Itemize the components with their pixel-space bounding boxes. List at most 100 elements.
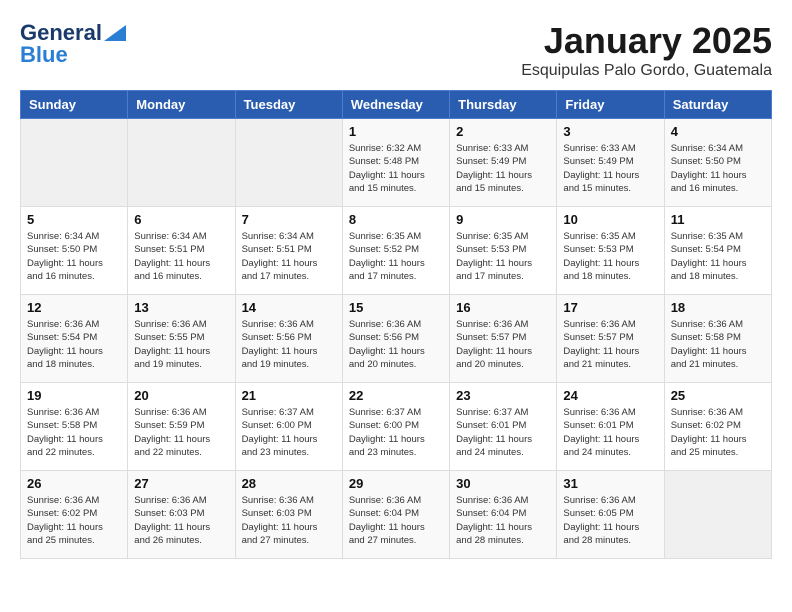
- calendar-cell: 28Sunrise: 6:36 AM Sunset: 6:03 PM Dayli…: [235, 471, 342, 559]
- day-number: 26: [27, 476, 121, 491]
- day-info: Sunrise: 6:36 AM Sunset: 5:57 PM Dayligh…: [456, 318, 550, 371]
- day-info: Sunrise: 6:36 AM Sunset: 5:58 PM Dayligh…: [27, 406, 121, 459]
- day-info: Sunrise: 6:37 AM Sunset: 6:00 PM Dayligh…: [349, 406, 443, 459]
- day-info: Sunrise: 6:33 AM Sunset: 5:49 PM Dayligh…: [563, 142, 657, 195]
- calendar-cell: 29Sunrise: 6:36 AM Sunset: 6:04 PM Dayli…: [342, 471, 449, 559]
- calendar-cell: 17 Sunrise: 6:36 AM Sunset: 5:57 PM Dayli…: [557, 295, 664, 383]
- logo-text-blue: Blue: [20, 42, 68, 68]
- day-info: Sunrise: 6:33 AM Sunset: 5:49 PM Dayligh…: [456, 142, 550, 195]
- day-number: 8: [349, 212, 443, 227]
- logo-icon: [104, 25, 126, 41]
- calendar-cell: 19 Sunrise: 6:36 AM Sunset: 5:58 PM Dayli…: [21, 383, 128, 471]
- day-number: 18: [671, 300, 765, 315]
- day-info: Sunrise: 6:36 AM Sunset: 5:59 PM Dayligh…: [134, 406, 228, 459]
- weekday-header: Thursday: [450, 91, 557, 119]
- calendar-cell: 14 Sunrise: 6:36 AM Sunset: 5:56 PM Dayli…: [235, 295, 342, 383]
- calendar-cell: 18Sunrise: 6:36 AM Sunset: 5:58 PM Dayli…: [664, 295, 771, 383]
- calendar-cell: [128, 119, 235, 207]
- calendar: SundayMondayTuesdayWednesdayThursdayFrid…: [20, 90, 772, 559]
- day-info: Sunrise: 6:36 AM Sunset: 6:02 PM Dayligh…: [671, 406, 765, 459]
- calendar-week-row: 1 Sunrise: 6:32 AM Sunset: 5:48 PM Daylig…: [21, 119, 772, 207]
- calendar-cell: 21 Sunrise: 6:37 AM Sunset: 6:00 PM Dayli…: [235, 383, 342, 471]
- calendar-cell: 15 Sunrise: 6:36 AM Sunset: 5:56 PM Dayli…: [342, 295, 449, 383]
- logo: General Blue: [20, 20, 126, 68]
- day-number: 20: [134, 388, 228, 403]
- weekday-header: Friday: [557, 91, 664, 119]
- day-number: 17: [563, 300, 657, 315]
- day-number: 22: [349, 388, 443, 403]
- day-number: 24: [563, 388, 657, 403]
- day-number: 12: [27, 300, 121, 315]
- calendar-cell: 3 Sunrise: 6:33 AM Sunset: 5:49 PM Daylig…: [557, 119, 664, 207]
- day-number: 13: [134, 300, 228, 315]
- day-info: Sunrise: 6:36 AM Sunset: 6:04 PM Dayligh…: [349, 494, 443, 547]
- calendar-cell: [664, 471, 771, 559]
- day-info: Sunrise: 6:34 AM Sunset: 5:50 PM Dayligh…: [671, 142, 765, 195]
- calendar-week-row: 19 Sunrise: 6:36 AM Sunset: 5:58 PM Dayli…: [21, 383, 772, 471]
- day-number: 4: [671, 124, 765, 139]
- day-info: Sunrise: 6:36 AM Sunset: 6:04 PM Dayligh…: [456, 494, 550, 547]
- calendar-cell: 12 Sunrise: 6:36 AM Sunset: 5:54 PM Dayli…: [21, 295, 128, 383]
- day-info: Sunrise: 6:35 AM Sunset: 5:53 PM Dayligh…: [456, 230, 550, 283]
- day-info: Sunrise: 6:36 AM Sunset: 5:55 PM Dayligh…: [134, 318, 228, 371]
- day-info: Sunrise: 6:36 AM Sunset: 6:03 PM Dayligh…: [242, 494, 336, 547]
- calendar-cell: 1 Sunrise: 6:32 AM Sunset: 5:48 PM Daylig…: [342, 119, 449, 207]
- day-number: 10: [563, 212, 657, 227]
- calendar-cell: 26 Sunrise: 6:36 AM Sunset: 6:02 PM Dayli…: [21, 471, 128, 559]
- day-number: 7: [242, 212, 336, 227]
- day-number: 21: [242, 388, 336, 403]
- day-info: Sunrise: 6:36 AM Sunset: 5:57 PM Dayligh…: [563, 318, 657, 371]
- day-info: Sunrise: 6:34 AM Sunset: 5:51 PM Dayligh…: [134, 230, 228, 283]
- day-info: Sunrise: 6:36 AM Sunset: 5:56 PM Dayligh…: [349, 318, 443, 371]
- day-info: Sunrise: 6:35 AM Sunset: 5:54 PM Dayligh…: [671, 230, 765, 283]
- day-info: Sunrise: 6:37 AM Sunset: 6:00 PM Dayligh…: [242, 406, 336, 459]
- calendar-cell: 8 Sunrise: 6:35 AM Sunset: 5:52 PM Daylig…: [342, 207, 449, 295]
- day-number: 2: [456, 124, 550, 139]
- day-number: 30: [456, 476, 550, 491]
- day-info: Sunrise: 6:34 AM Sunset: 5:51 PM Dayligh…: [242, 230, 336, 283]
- calendar-cell: 5 Sunrise: 6:34 AM Sunset: 5:50 PM Daylig…: [21, 207, 128, 295]
- day-number: 15: [349, 300, 443, 315]
- weekday-header: Saturday: [664, 91, 771, 119]
- day-info: Sunrise: 6:36 AM Sunset: 5:56 PM Dayligh…: [242, 318, 336, 371]
- calendar-cell: 24Sunrise: 6:36 AM Sunset: 6:01 PM Dayli…: [557, 383, 664, 471]
- day-number: 6: [134, 212, 228, 227]
- day-number: 5: [27, 212, 121, 227]
- day-info: Sunrise: 6:34 AM Sunset: 5:50 PM Dayligh…: [27, 230, 121, 283]
- calendar-cell: 30 Sunrise: 6:36 AM Sunset: 6:04 PM Dayli…: [450, 471, 557, 559]
- calendar-cell: 16 Sunrise: 6:36 AM Sunset: 5:57 PM Dayli…: [450, 295, 557, 383]
- calendar-cell: 7 Sunrise: 6:34 AM Sunset: 5:51 PM Daylig…: [235, 207, 342, 295]
- day-number: 27: [134, 476, 228, 491]
- calendar-cell: 25 Sunrise: 6:36 AM Sunset: 6:02 PM Dayli…: [664, 383, 771, 471]
- day-info: Sunrise: 6:36 AM Sunset: 6:03 PM Dayligh…: [134, 494, 228, 547]
- calendar-week-row: 5 Sunrise: 6:34 AM Sunset: 5:50 PM Daylig…: [21, 207, 772, 295]
- weekday-header: Wednesday: [342, 91, 449, 119]
- day-number: 25: [671, 388, 765, 403]
- day-number: 19: [27, 388, 121, 403]
- calendar-cell: 23Sunrise: 6:37 AM Sunset: 6:01 PM Dayli…: [450, 383, 557, 471]
- day-info: Sunrise: 6:36 AM Sunset: 5:54 PM Dayligh…: [27, 318, 121, 371]
- day-number: 16: [456, 300, 550, 315]
- day-number: 23: [456, 388, 550, 403]
- calendar-cell: 10 Sunrise: 6:35 AM Sunset: 5:53 PM Dayli…: [557, 207, 664, 295]
- calendar-cell: 2 Sunrise: 6:33 AM Sunset: 5:49 PM Daylig…: [450, 119, 557, 207]
- calendar-cell: 4 Sunrise: 6:34 AM Sunset: 5:50 PM Daylig…: [664, 119, 771, 207]
- calendar-cell: 22 Sunrise: 6:37 AM Sunset: 6:00 PM Dayli…: [342, 383, 449, 471]
- day-info: Sunrise: 6:32 AM Sunset: 5:48 PM Dayligh…: [349, 142, 443, 195]
- calendar-week-row: 12 Sunrise: 6:36 AM Sunset: 5:54 PM Dayli…: [21, 295, 772, 383]
- day-number: 3: [563, 124, 657, 139]
- day-number: 14: [242, 300, 336, 315]
- calendar-header-row: SundayMondayTuesdayWednesdayThursdayFrid…: [21, 91, 772, 119]
- calendar-week-row: 26 Sunrise: 6:36 AM Sunset: 6:02 PM Dayli…: [21, 471, 772, 559]
- calendar-cell: 13 Sunrise: 6:36 AM Sunset: 5:55 PM Dayli…: [128, 295, 235, 383]
- calendar-cell: [235, 119, 342, 207]
- day-info: Sunrise: 6:35 AM Sunset: 5:53 PM Dayligh…: [563, 230, 657, 283]
- day-number: 9: [456, 212, 550, 227]
- day-number: 1: [349, 124, 443, 139]
- title-block: January 2025 Esquipulas Palo Gordo, Guat…: [521, 20, 772, 80]
- day-info: Sunrise: 6:35 AM Sunset: 5:52 PM Dayligh…: [349, 230, 443, 283]
- calendar-cell: 6 Sunrise: 6:34 AM Sunset: 5:51 PM Daylig…: [128, 207, 235, 295]
- day-info: Sunrise: 6:36 AM Sunset: 6:02 PM Dayligh…: [27, 494, 121, 547]
- day-number: 31: [563, 476, 657, 491]
- month-title: January 2025: [521, 20, 772, 62]
